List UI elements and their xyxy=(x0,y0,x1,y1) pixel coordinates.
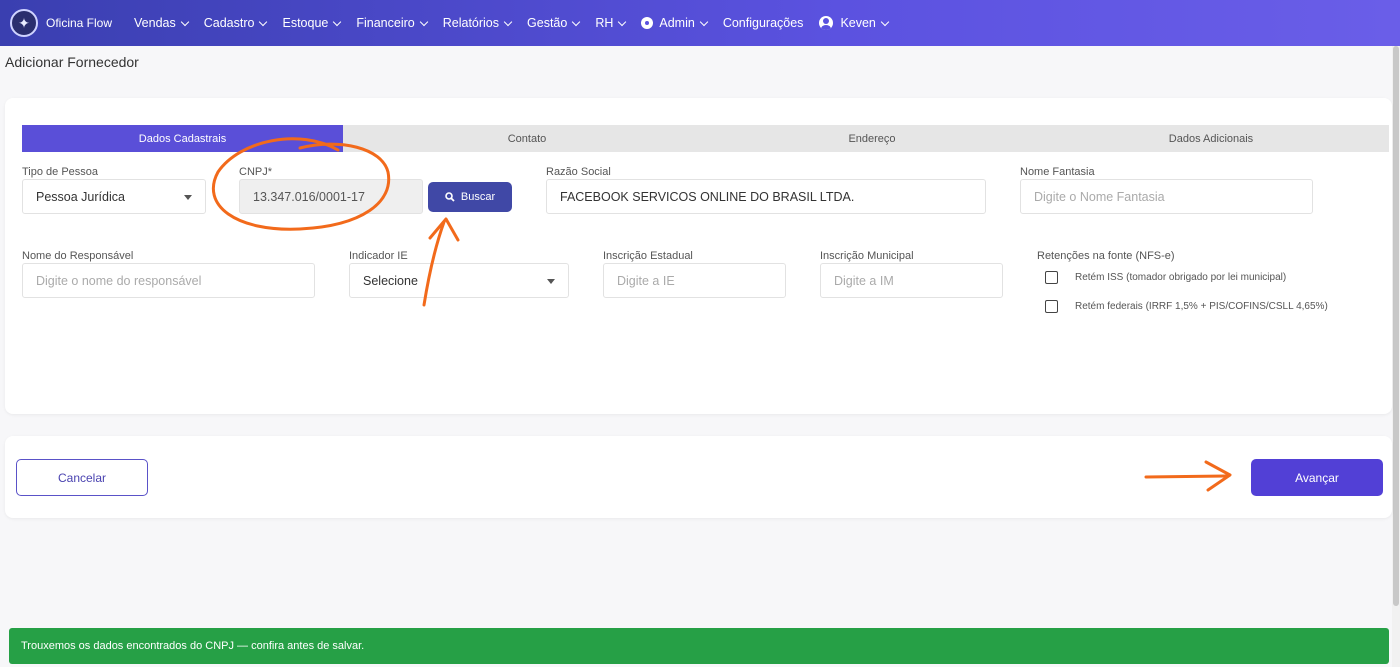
chevron-down-icon xyxy=(880,17,890,26)
brand[interactable]: ✦ Oficina Flow xyxy=(10,9,112,37)
page-title: Adicionar Fornecedor xyxy=(5,54,139,70)
tab-contato[interactable]: Contato xyxy=(343,125,711,152)
app-logo-icon: ✦ xyxy=(10,9,38,37)
nav-gestao[interactable]: Gestão xyxy=(527,16,581,30)
nav-label: Estoque xyxy=(282,16,329,30)
tab-bar: Dados Cadastrais Contato Endereço Dados … xyxy=(22,125,1389,152)
tab-endereco[interactable]: Endereço xyxy=(711,125,1033,152)
app-name: Oficina Flow xyxy=(46,16,113,30)
nav-cadastro[interactable]: Cadastro xyxy=(203,16,268,30)
chevron-down-icon xyxy=(180,17,189,26)
retem-federais-checkbox[interactable] xyxy=(1045,300,1058,313)
chevron-down-icon xyxy=(259,17,268,26)
caret-down-icon xyxy=(184,195,192,200)
cnpj-input[interactable]: 13.347.016/0001-17 xyxy=(239,179,423,214)
success-toast: Trouxemos os dados encontrados do CNPJ —… xyxy=(9,628,1389,664)
nav-vendas[interactable]: Vendas xyxy=(134,16,189,30)
nav-label: Gestão xyxy=(527,16,568,30)
razao-social-input[interactable]: FACEBOOK SERVICOS ONLINE DO BRASIL LTDA. xyxy=(546,179,986,214)
chevron-down-icon xyxy=(503,17,513,26)
nav-label: Relatórios xyxy=(442,16,500,30)
actions-card: Cancelar Avançar xyxy=(5,436,1392,518)
retem-iss-checkbox[interactable] xyxy=(1045,271,1058,284)
search-icon xyxy=(445,192,455,202)
nav-label: Configurações xyxy=(722,16,804,30)
nav-label: Cadastro xyxy=(203,16,255,30)
select-value: Pessoa Jurídica xyxy=(36,189,125,204)
tipo-pessoa-select[interactable]: Pessoa Jurídica xyxy=(22,179,206,214)
select-value: Selecione xyxy=(363,273,418,288)
page-scrollbar[interactable] xyxy=(1392,46,1400,667)
chevron-down-icon xyxy=(572,17,581,26)
nav-admin[interactable]: Admin xyxy=(641,16,709,30)
user-icon xyxy=(819,16,834,30)
nav-label: Financeiro xyxy=(356,16,415,30)
inscricao-estadual-input[interactable]: Digite a IE xyxy=(603,263,786,298)
nav-rh[interactable]: RH xyxy=(595,16,627,30)
nav-label: Vendas xyxy=(134,16,176,30)
form-card: Dados Cadastrais Contato Endereço Dados … xyxy=(5,98,1392,414)
nav-user-menu[interactable]: Keven xyxy=(819,16,890,30)
tab-dados-adicionais[interactable]: Dados Adicionais xyxy=(1033,125,1389,152)
buscar-button[interactable]: Buscar xyxy=(428,182,512,212)
responsavel-input[interactable]: Digite o nome do responsável xyxy=(22,263,315,298)
nav-label: Admin xyxy=(659,16,695,30)
indicador-ie-label: Indicador IE xyxy=(349,250,408,262)
chevron-down-icon xyxy=(618,17,627,26)
nav-label: RH xyxy=(595,16,614,30)
chevron-down-icon xyxy=(699,17,709,26)
indicador-ie-select[interactable]: Selecione xyxy=(349,263,569,298)
toast-message: Trouxemos os dados encontrados do CNPJ —… xyxy=(21,640,365,652)
nav-configuracoes[interactable]: Configurações xyxy=(723,16,804,30)
retencoes-label: Retenções na fonte (NFS-e) xyxy=(1037,250,1175,262)
cancel-button[interactable]: Cancelar xyxy=(16,459,148,496)
inscricao-estadual-label: Inscrição Estadual xyxy=(603,250,693,262)
scroll-thumb[interactable] xyxy=(1393,46,1399,606)
nome-fantasia-label: Nome Fantasia xyxy=(1020,166,1095,178)
retem-iss-label: Retém ISS (tomador obrigado por lei muni… xyxy=(1075,272,1287,283)
tipo-pessoa-label: Tipo de Pessoa xyxy=(22,166,99,178)
top-navbar: ✦ Oficina Flow Vendas Cadastro Estoque F… xyxy=(0,0,1400,46)
nome-fantasia-input[interactable]: Digite o Nome Fantasia xyxy=(1020,179,1313,214)
nav-relatorios[interactable]: Relatórios xyxy=(442,16,513,30)
caret-down-icon xyxy=(547,279,555,284)
retem-federais-label: Retém federais (IRRF 1,5% + PIS/COFINS/C… xyxy=(1075,301,1328,312)
inscricao-municipal-label: Inscrição Municipal xyxy=(820,250,914,262)
nav-financeiro[interactable]: Financeiro xyxy=(356,16,428,30)
responsavel-label: Nome do Responsável xyxy=(22,250,134,262)
cnpj-label: CNPJ* xyxy=(239,166,273,178)
next-button[interactable]: Avançar xyxy=(1251,459,1383,496)
admin-gear-icon xyxy=(641,17,654,29)
inscricao-municipal-input[interactable]: Digite a IM xyxy=(820,263,1003,298)
razao-social-label: Razão Social xyxy=(546,166,611,178)
chevron-down-icon xyxy=(419,17,428,26)
nav-label: Keven xyxy=(840,16,876,30)
nav-estoque[interactable]: Estoque xyxy=(282,16,342,30)
tab-dados-cadastrais[interactable]: Dados Cadastrais xyxy=(22,125,343,152)
buscar-label: Buscar xyxy=(460,191,496,203)
chevron-down-icon xyxy=(333,17,342,26)
